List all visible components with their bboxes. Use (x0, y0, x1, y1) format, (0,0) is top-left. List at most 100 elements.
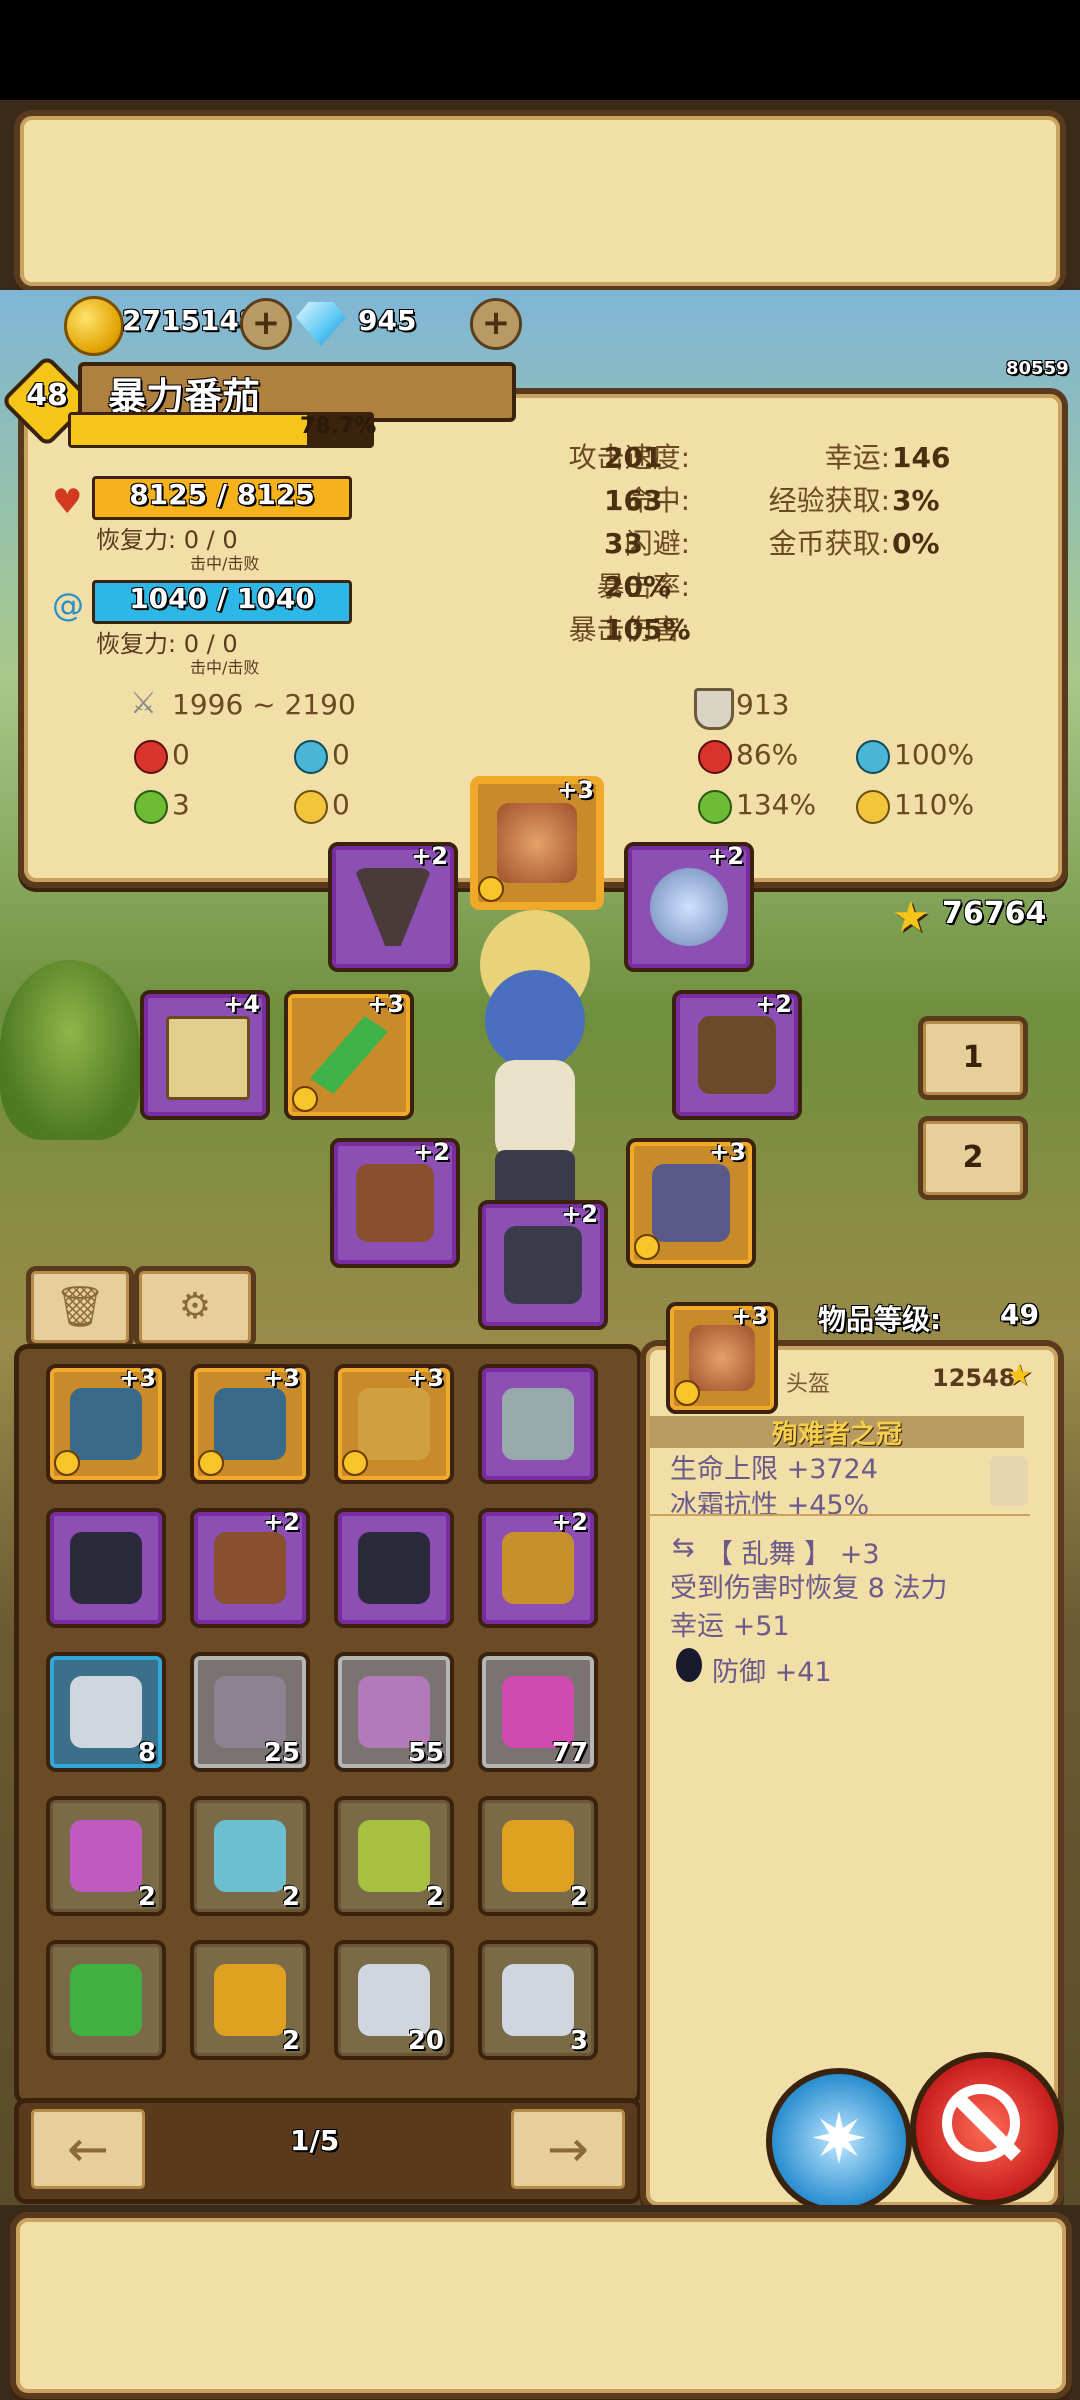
gem-amount: 945 (358, 304, 417, 337)
item-plus: +3 (119, 1364, 156, 1392)
equip-gloves-slot[interactable]: +3 (626, 1138, 756, 1268)
inventory-slot[interactable]: 20 (334, 1940, 454, 2060)
item-icon (502, 1964, 574, 2036)
loadout-tab-1[interactable]: 1 (918, 1016, 1028, 1100)
inventory-slot[interactable] (46, 1940, 166, 2060)
fire-icon (134, 740, 168, 774)
hp-regen-sub: 击中/击败 (190, 554, 260, 573)
item-icon (214, 1532, 286, 1604)
item-attr: 生命上限 +3724 (670, 1454, 878, 1485)
defense-ice: 100% (894, 738, 975, 771)
trash-settings-button[interactable]: ⚙ (134, 1266, 256, 1348)
rarity-dot (198, 1450, 224, 1476)
swap-arrows-icon: ⇆ (672, 1532, 695, 1563)
add-gems-button[interactable]: + (470, 298, 522, 350)
loadout-tab-2[interactable]: 2 (918, 1116, 1028, 1200)
mid-stats-values: 201 163 33 20% 105% (604, 436, 691, 651)
hero-level: 48 (26, 378, 68, 413)
salvage-button[interactable]: ✷ (766, 2068, 912, 2214)
gold-amount: 2715148 (122, 304, 259, 337)
heart-icon: ♥ (52, 482, 83, 522)
stat-value: 201 (604, 441, 663, 474)
fire-resist-icon (698, 740, 732, 774)
star-icon: ★ (892, 892, 930, 941)
inventory-slot[interactable]: 3 (478, 1940, 598, 2060)
socket-gem-icon (676, 1648, 702, 1682)
equip-amulet-slot[interactable]: +2 (328, 842, 458, 972)
hp-value: 8125 / 8125 (129, 478, 315, 511)
inventory-slot[interactable]: +2 (190, 1508, 310, 1628)
inventory-slot[interactable]: +3 (334, 1364, 454, 1484)
item-icon (358, 1388, 430, 1460)
item-plus: +2 (551, 1508, 588, 1536)
item-icon (70, 1676, 142, 1748)
inventory-slot[interactable] (46, 1508, 166, 1628)
mp-regen-sub: 击中/击败 (190, 658, 260, 677)
equip-plus: +4 (223, 990, 260, 1018)
inventory-slot[interactable]: +3 (46, 1364, 166, 1484)
stat-value: 3% (892, 484, 940, 517)
equip-helmet-slot[interactable]: +3 (470, 776, 604, 910)
inventory-slot[interactable]: 8 (46, 1652, 166, 1772)
item-count: 2 (281, 1882, 300, 1912)
item-icon (214, 1820, 286, 1892)
equip-plus: +2 (413, 1138, 450, 1166)
equip-book-slot[interactable]: +4 (140, 990, 270, 1120)
inventory-grid: +3 +3 +3 +2 +2 8 25 55 77 2 2 2 2 2 20 3 (46, 1364, 616, 2084)
inventory-slot[interactable]: +3 (190, 1364, 310, 1484)
equip-ring-slot[interactable]: +2 (624, 842, 754, 972)
item-icon (70, 1820, 142, 1892)
equip-pants-slot[interactable]: +2 (330, 1138, 460, 1268)
gold-coin-icon (64, 296, 124, 356)
inventory-slot[interactable]: 55 (334, 1652, 454, 1772)
equip-plus: +3 (709, 1138, 746, 1166)
detail-slot-type: 头盔 (786, 1372, 831, 1397)
inventory-slot[interactable]: 2 (190, 1796, 310, 1916)
inventory-slot[interactable] (478, 1364, 598, 1484)
ice-resist-icon (856, 740, 890, 774)
inventory-slot[interactable] (334, 1508, 454, 1628)
inventory-slot[interactable]: 2 (190, 1940, 310, 2060)
detail-score: 12548 (932, 1364, 1016, 1392)
equip-boots-slot[interactable]: +2 (478, 1200, 608, 1330)
attack-ice: 0 (332, 738, 350, 771)
attack-poison: 3 (172, 788, 190, 821)
trash-button[interactable]: 🗑 (26, 1266, 134, 1348)
inventory-slot[interactable]: 2 (478, 1796, 598, 1916)
stat-label: 金币获取: (768, 527, 890, 560)
page-indicator: 1/5 (290, 2124, 340, 2157)
mana-swirl-icon: @ (52, 586, 84, 624)
item-count: 25 (263, 1738, 300, 1768)
lock-icon[interactable] (990, 1456, 1028, 1506)
inventory-slot[interactable]: 77 (478, 1652, 598, 1772)
rarity-dot (342, 1450, 368, 1476)
inventory-slot[interactable]: +2 (478, 1508, 598, 1628)
equip-plus: +2 (411, 842, 448, 870)
stat-value: 0% (892, 527, 940, 560)
item-count: 2 (569, 1882, 588, 1912)
divider (650, 1514, 1030, 1516)
hero-character (470, 910, 600, 1210)
mp-value: 1040 / 1040 (129, 582, 315, 615)
equip-armor-slot[interactable]: +2 (672, 990, 802, 1120)
equip-weapon-slot[interactable]: +3 (284, 990, 414, 1120)
top-parchment-banner (14, 110, 1066, 292)
item-count: 2 (137, 1882, 156, 1912)
poison-resist-icon (698, 790, 732, 824)
item-level-label: 物品等级: (818, 1303, 942, 1336)
attack-damage: 1996 ~ 2190 (172, 688, 356, 721)
next-page-button[interactable]: → (506, 2104, 630, 2194)
detail-plus: +3 (731, 1302, 768, 1330)
add-gold-button[interactable]: + (240, 298, 292, 350)
goblin-merchant-npc[interactable] (0, 960, 140, 1140)
inventory-slot[interactable]: 25 (190, 1652, 310, 1772)
affix-line: 幸运 +51 (670, 1611, 790, 1642)
prev-page-button[interactable]: ← (26, 2104, 150, 2194)
discard-button[interactable] (910, 2052, 1064, 2206)
item-icon (70, 1388, 142, 1460)
item-count: 55 (407, 1738, 444, 1768)
inventory-slot[interactable]: 2 (46, 1796, 166, 1916)
inventory-slot[interactable]: 2 (334, 1796, 454, 1916)
stat-value: 20% (604, 570, 672, 603)
item-name: 殉难者之冠 (771, 1420, 902, 1450)
